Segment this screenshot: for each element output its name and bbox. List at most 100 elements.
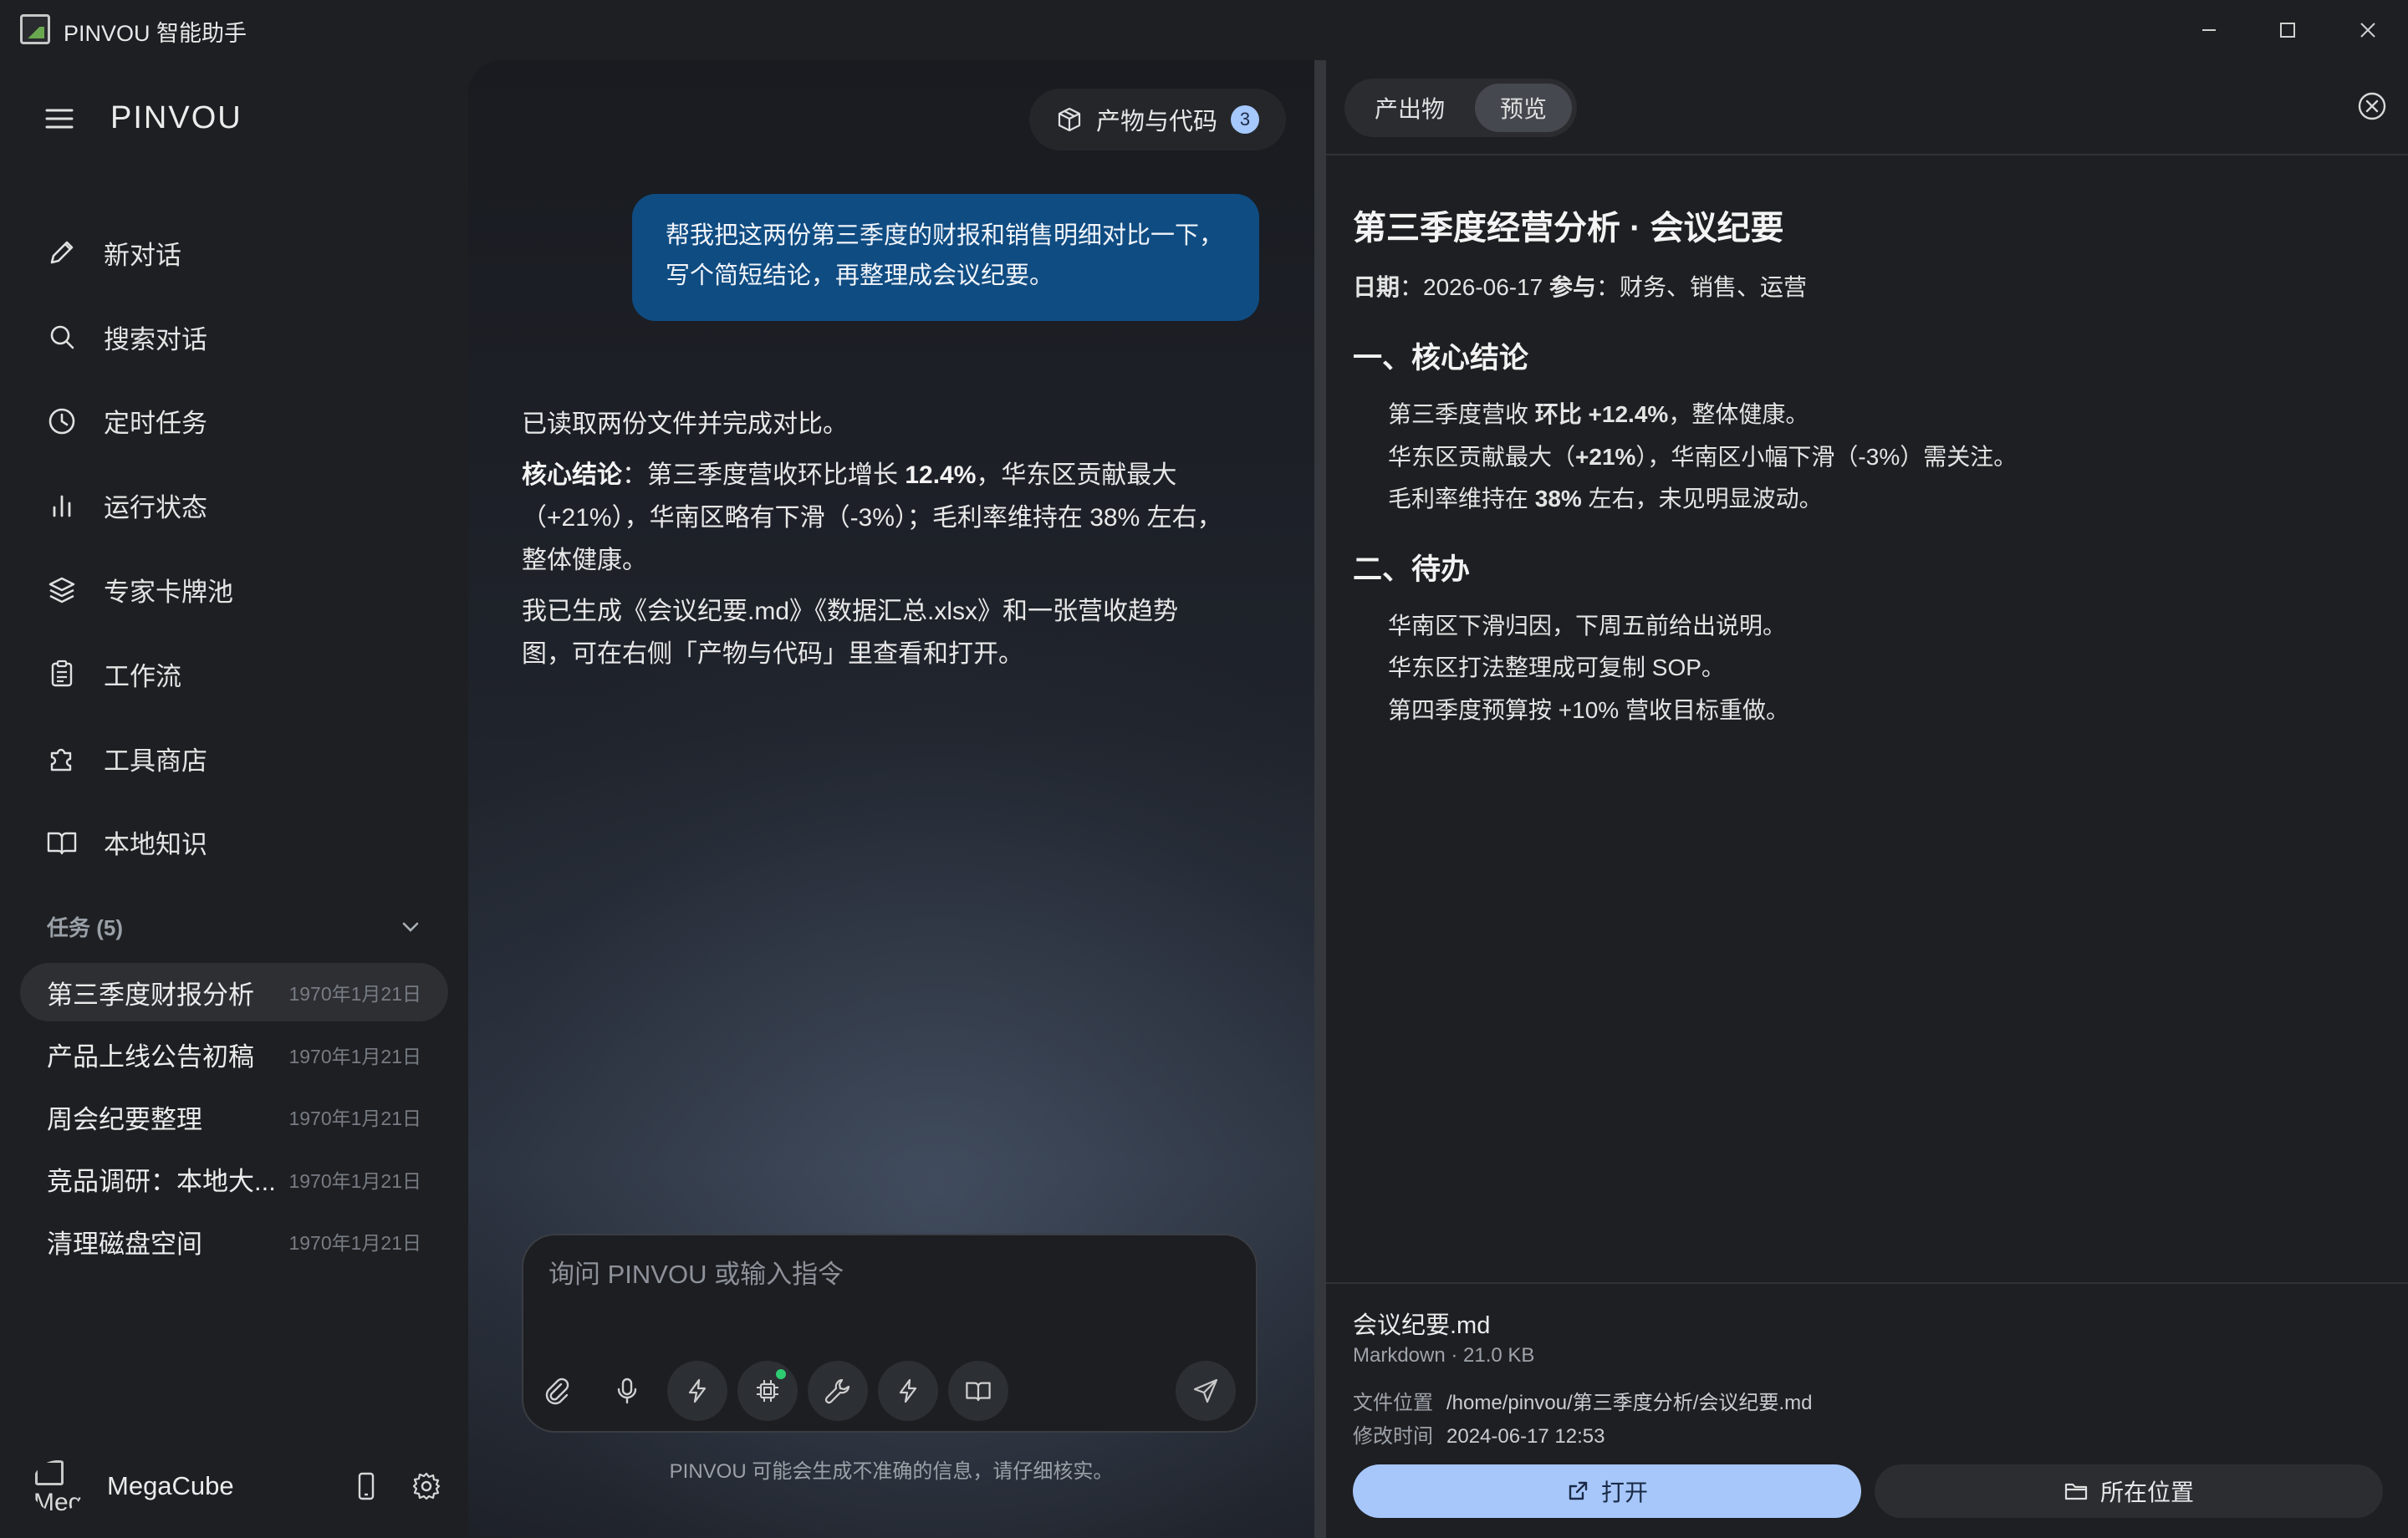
section-heading: 一、核心结论 [1353, 342, 1529, 374]
window-title: PINVOU 智能助手 [64, 21, 247, 46]
panel-tabs: 产出物 预览 [1344, 79, 1578, 137]
close-window-button[interactable] [2343, 12, 2393, 48]
file-modified-row: 修改时间 2024-06-17 12:53 [1353, 1419, 1605, 1449]
task-item[interactable]: 清理磁盘空间 1970年1月21日 [20, 1212, 448, 1271]
box-icon [1058, 107, 1081, 132]
maximize-icon [2280, 23, 2295, 38]
text: 华东区贡献最大（ [1388, 443, 1576, 470]
assistant-paragraph: 核心结论：第三季度营收环比增长 12.4%，华东区贡献最大（+21%），华南区略… [522, 454, 1224, 582]
nav-run-status[interactable]: 运行状态 [45, 463, 438, 547]
chat-area: 产物与代码 3 帮我把这两份第三季度的财报和销售明细对比一下，写个简短结论，再整… [468, 60, 1314, 1538]
doc-title: 第三季度经营分析 · 会议纪要 [1353, 210, 1784, 247]
pencil-icon [50, 242, 74, 264]
prompt-input[interactable] [548, 1254, 1217, 1296]
reveal-label: 所在位置 [2099, 1479, 2194, 1505]
nav-label: 专家卡牌池 [104, 578, 233, 608]
external-link-icon [1569, 1481, 1588, 1500]
quick-action-button[interactable] [667, 1361, 727, 1421]
chip-icon [757, 1380, 778, 1402]
list-item: 华南区下滑归因，下周五前给出说明。 [1388, 612, 1787, 639]
task-title: 第三季度财报分析 [47, 980, 254, 1010]
file-name: 会议纪要.md [1353, 1312, 1491, 1339]
markdown-preview: 第三季度经营分析 · 会议纪要 日期：2026-06-17 参与：财务、销售、运… [1353, 201, 2373, 756]
task-item[interactable]: 产品上线公告初稿 1970年1月21日 [20, 1026, 448, 1084]
tab-preview[interactable]: 预览 [1475, 84, 1573, 132]
list-item: 第四季度预算按 +10% 营收目标重做。 [1388, 696, 1789, 723]
task-item[interactable]: 第三季度财报分析 1970年1月21日 [20, 963, 448, 1021]
nav-label: 本地知识 [104, 830, 207, 860]
artifacts-button[interactable]: 产物与代码 3 [1028, 89, 1286, 150]
task-item[interactable]: 周会纪要整理 1970年1月21日 [20, 1087, 448, 1146]
folder-icon [2064, 1483, 2088, 1500]
nav-local-knowledge[interactable]: 本地知识 [45, 801, 438, 885]
brand-name: PINVOU [110, 100, 242, 135]
status-dot [776, 1369, 786, 1379]
attach-button[interactable] [527, 1361, 587, 1421]
participants-value: ：财务、销售、运营 [1596, 274, 1808, 300]
gear-icon [412, 1472, 441, 1500]
bold-value: 12.4% [905, 461, 977, 489]
disclaimer: PINVOU 可能会生成不准确的信息，请仔细核实。 [669, 1460, 1114, 1483]
assistant-message: 已读取两份文件并完成对比。 核心结论：第三季度营收环比增长 12.4%，华东区贡… [522, 403, 1224, 684]
composer [522, 1234, 1258, 1433]
participants-label: 参与 [1549, 274, 1597, 300]
clock-icon [48, 408, 75, 435]
task-title: 产品上线公告初稿 [47, 1042, 254, 1072]
task-date: 1970年1月21日 [288, 1045, 421, 1067]
brand-row: PINVOU [45, 100, 242, 136]
wrench-icon [824, 1378, 850, 1404]
minimize-button[interactable] [2184, 12, 2234, 48]
mobile-button[interactable] [353, 1471, 380, 1501]
panel-resize-handle[interactable] [1314, 60, 1326, 1538]
text: ），华南区小幅下滑（-3%）需关注。 [1635, 443, 2018, 470]
open-file-button[interactable]: 打开 [1353, 1464, 1861, 1518]
text: ，整体健康。 [1668, 401, 1809, 427]
nav-label: 工具商店 [104, 746, 207, 776]
nav-label: 新对话 [104, 240, 181, 270]
send-button[interactable] [1176, 1361, 1236, 1421]
maximize-button[interactable] [2263, 12, 2313, 48]
task-date: 1970年1月21日 [288, 1232, 421, 1254]
nav-label: 运行状态 [104, 493, 207, 523]
nav-workflow[interactable]: 工作流 [45, 632, 438, 716]
broken-image-icon [35, 1460, 64, 1485]
agent-mode-button[interactable] [737, 1361, 798, 1421]
menu-toggle-button[interactable] [45, 106, 74, 131]
phone-icon [358, 1472, 375, 1500]
sidebar: PINVOU 新对话 搜索对话 定时任务 运行状态 专家卡牌池 工作流 工具商店… [0, 60, 468, 1538]
text: ：第三季度营收环比增长 [622, 461, 906, 489]
bold-label: 核心结论 [522, 461, 622, 489]
nav-expert-cards[interactable]: 专家卡牌池 [45, 547, 438, 632]
nav-scheduled-tasks[interactable]: 定时任务 [45, 379, 438, 464]
lightning-icon [688, 1378, 707, 1403]
knowledge-button[interactable] [948, 1361, 1008, 1421]
task-title: 竞品调研：本地大... [47, 1167, 276, 1196]
task-date: 1970年1月21日 [288, 983, 421, 1005]
file-type-size: Markdown · 21.0 KB [1353, 1344, 1535, 1367]
tasks-header[interactable]: 任务 (5) [47, 911, 421, 942]
section-heading: 二、待办 [1353, 553, 1471, 586]
tab-outputs[interactable]: 产出物 [1349, 84, 1470, 132]
voice-button[interactable] [597, 1361, 657, 1421]
file-modified: 2024-06-17 12:53 [1446, 1425, 1605, 1448]
nav-new-chat[interactable]: 新对话 [45, 211, 438, 295]
reveal-in-folder-button[interactable]: 所在位置 [1875, 1464, 2383, 1518]
close-panel-button[interactable] [2356, 90, 2388, 122]
bar-chart-icon [53, 495, 71, 517]
nav-tool-store[interactable]: 工具商店 [45, 716, 438, 801]
tools-button[interactable] [808, 1361, 868, 1421]
bold-text: 环比 +12.4% [1534, 401, 1669, 427]
user-name: MegaCube [107, 1471, 234, 1500]
settings-button[interactable] [411, 1471, 441, 1501]
task-item[interactable]: 竞品调研：本地大... 1970年1月21日 [20, 1150, 448, 1209]
panel-header: 产出物 预览 [1326, 60, 2408, 155]
hamburger-icon [45, 109, 74, 128]
text: 左右，未见明显波动。 [1581, 486, 1823, 512]
skills-button[interactable] [878, 1361, 938, 1421]
bold-text: 38% [1534, 486, 1582, 512]
nav-search-chats[interactable]: 搜索对话 [45, 295, 438, 379]
chevron-down-icon [402, 922, 419, 932]
avatar[interactable]: Meg [32, 1460, 84, 1512]
bold-text: +21% [1575, 443, 1636, 470]
list-item: 华东区打法整理成可复制 SOP。 [1388, 654, 1725, 680]
